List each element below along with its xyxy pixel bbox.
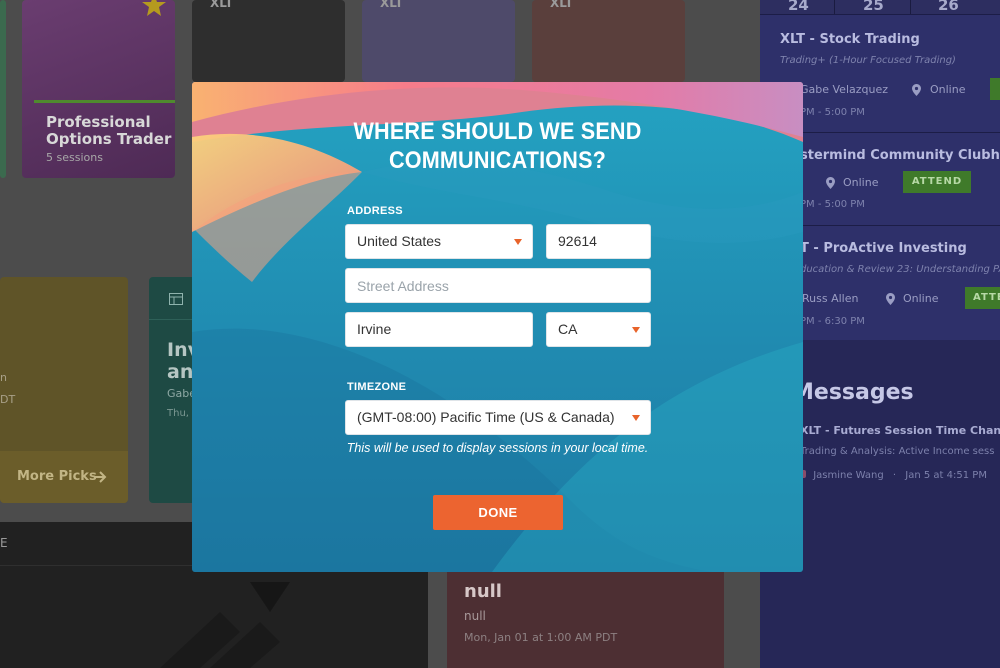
more-picks-button[interactable]: More Picks — [0, 451, 128, 503]
bottom-left-label: E — [0, 536, 8, 550]
calendar-separator — [834, 0, 835, 14]
session-presenter: Russ Allen — [802, 292, 859, 305]
null-card-subtitle: null — [464, 609, 486, 623]
attend-button[interactable] — [990, 78, 1000, 100]
session-presenter: Gabe Velazquez — [800, 83, 889, 96]
course-card-2[interactable]: XLT — [192, 0, 345, 82]
timezone-value: (GMT-08:00) Pacific Time (US & Canada) — [357, 409, 615, 425]
calendar-day[interactable]: 24 — [788, 0, 809, 14]
session-time: PM - 5:00 PM — [800, 199, 865, 210]
city-field[interactable]: Irvine — [345, 312, 533, 347]
null-card-date: Mon, Jan 01 at 1:00 AM PDT — [464, 631, 618, 644]
calendar-day[interactable]: 26 — [938, 0, 959, 14]
session-title: T - ProActive Investing — [800, 241, 967, 256]
null-card[interactable]: null null Mon, Jan 01 at 1:00 AM PDT — [447, 572, 724, 668]
country-select[interactable]: United States — [345, 224, 533, 259]
card-title: Professional Options Trader — [46, 113, 172, 148]
location-pin-icon — [886, 293, 895, 305]
timezone-helper-text: This will be used to display sessions in… — [346, 441, 649, 455]
timezone-label: TIMEZONE — [347, 381, 407, 393]
message-subtitle: Trading & Analysis: Active Income sess — [800, 446, 995, 457]
chevron-down-icon — [632, 327, 640, 333]
street-address-field[interactable] — [345, 268, 651, 303]
card-progress-bar — [34, 100, 175, 103]
session-title: XLT - Stock Trading — [780, 32, 920, 47]
session-title: stermind Community Clubhouse — [800, 148, 1000, 163]
left-edge-card[interactable] — [0, 0, 6, 178]
arrow-right-icon — [94, 471, 107, 483]
session-subtitle: ducation & Review 23: Understanding PAI.… — [800, 264, 1000, 275]
session-subtitle: Trading+ (1-Hour Focused Trading) — [780, 55, 956, 66]
attend-button[interactable]: ATTEND — [903, 171, 971, 193]
street-address-input[interactable] — [357, 269, 650, 302]
more-picks-label: More Picks — [17, 469, 97, 484]
picks-card[interactable]: n DT More Picks — [0, 277, 128, 503]
message-title[interactable]: XLT - Futures Session Time Chan — [800, 424, 1000, 437]
course-card-4[interactable]: XLT — [532, 0, 685, 82]
zip-field[interactable]: 92614 — [546, 224, 651, 259]
star-icon — [142, 0, 166, 16]
state-value: CA — [558, 321, 578, 337]
city-value: Irvine — [357, 321, 392, 337]
timezone-select[interactable]: (GMT-08:00) Pacific Time (US & Canada) — [345, 400, 651, 435]
null-card-title: null — [464, 581, 502, 602]
location-pin-icon — [912, 84, 921, 96]
session-location: Online — [930, 83, 966, 96]
message-author: Jasmine Wang — [813, 470, 884, 481]
chevron-down-icon — [514, 239, 522, 245]
communications-modal: WHERE SHOULD WE SEND COMMUNICATIONS? ADD… — [192, 82, 803, 572]
table-icon — [169, 293, 183, 305]
meta-separator: · — [892, 470, 897, 481]
messages-heading: Messages — [792, 380, 914, 405]
course-card-3[interactable]: XLT — [362, 0, 515, 82]
state-select[interactable]: CA — [546, 312, 651, 347]
attend-button[interactable]: ATTE — [965, 287, 1000, 309]
card-date: Thu, — [167, 408, 189, 419]
chevron-down-icon — [632, 415, 640, 421]
session-location: Online — [843, 176, 879, 189]
message-meta: Jasmine Wang · Jan 5 at 4:51 PM — [800, 470, 987, 481]
address-label: ADDRESS — [347, 205, 403, 217]
xlt-tag: XLT — [380, 0, 404, 10]
xlt-tag: XLT — [550, 0, 574, 10]
xlt-tag: XLT — [210, 0, 234, 10]
done-button[interactable]: DONE — [433, 495, 563, 530]
zip-value: 92614 — [558, 233, 597, 249]
modal-title: WHERE SHOULD WE SEND COMMUNICATIONS? — [353, 118, 642, 174]
calendar-strip: 24 25 26 — [760, 0, 1000, 14]
card-sessions-count: 5 sessions — [46, 151, 103, 164]
picks-left-text: n DT — [0, 371, 16, 406]
calendar-day[interactable]: 25 — [863, 0, 884, 14]
session-location: Online — [903, 292, 939, 305]
session-time: PM - 5:00 PM — [800, 107, 865, 118]
course-card-options-trader[interactable]: Professional Options Trader 5 sessions — [22, 0, 175, 178]
logo-mark — [160, 582, 290, 668]
country-value: United States — [357, 233, 442, 249]
calendar-separator — [910, 0, 911, 14]
location-pin-icon — [826, 177, 835, 189]
session-time: PM - 6:30 PM — [800, 316, 865, 327]
message-date: Jan 5 at 4:51 PM — [905, 470, 987, 481]
